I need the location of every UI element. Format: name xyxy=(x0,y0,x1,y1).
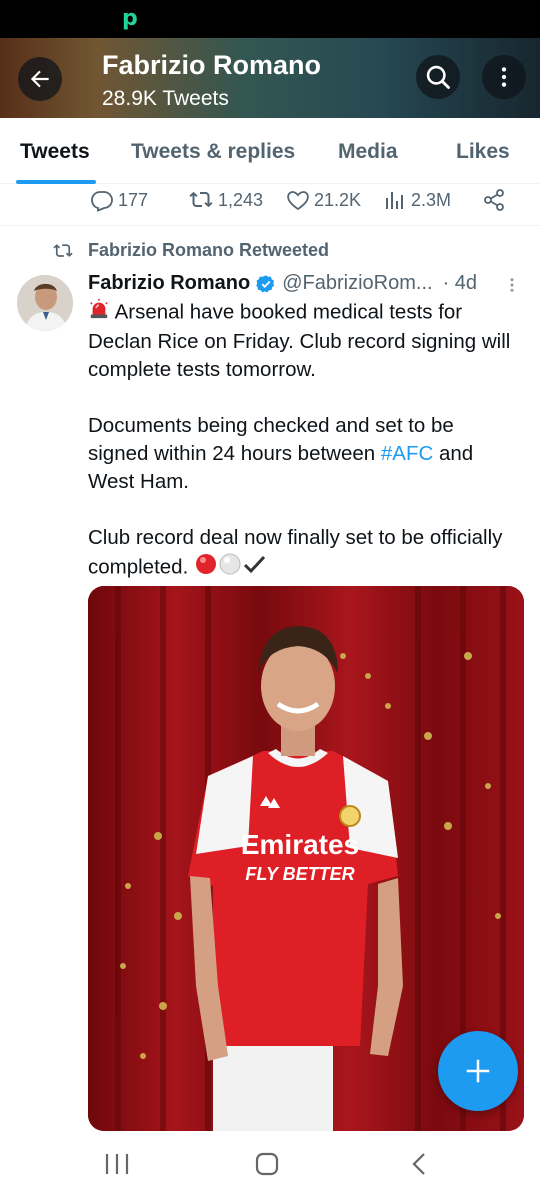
retweet-label: Fabrizio Romano Retweeted xyxy=(88,240,330,260)
back-button[interactable] xyxy=(18,57,62,101)
more-vertical-icon xyxy=(501,67,507,87)
reply-button[interactable]: 177 xyxy=(90,188,148,212)
tweet-paragraph-1: Arsenal have booked medical tests for De… xyxy=(88,300,511,381)
home-icon xyxy=(255,1152,279,1176)
compose-plus-icon xyxy=(466,1059,490,1083)
tab-likes[interactable]: Likes xyxy=(456,140,510,164)
home-button[interactable] xyxy=(255,1152,279,1181)
more-options-button[interactable] xyxy=(482,55,526,99)
back-arrow-icon xyxy=(30,70,49,88)
verified-badge-icon xyxy=(256,274,276,294)
search-button[interactable] xyxy=(416,55,460,99)
tab-tweets-and-replies[interactable]: Tweets & replies xyxy=(131,140,295,164)
like-count: 21.2K xyxy=(314,189,362,210)
avatar[interactable] xyxy=(17,275,73,331)
view-count: 2.3M xyxy=(411,189,452,210)
hashtag-link[interactable]: #AFC xyxy=(381,442,433,465)
tweet-more-button[interactable] xyxy=(503,274,521,301)
more-vertical-icon xyxy=(510,278,514,292)
status-bar: p xyxy=(0,0,540,38)
reply-icon xyxy=(91,191,113,212)
avatar-image xyxy=(17,275,73,331)
tweet-author-handle[interactable]: @FabrizioRom... xyxy=(282,272,432,295)
recent-apps-icon xyxy=(105,1154,129,1174)
siren-emoji-icon xyxy=(88,298,110,328)
white-ball-emoji-icon xyxy=(218,552,242,584)
retweet-icon xyxy=(53,243,73,257)
share-button[interactable] xyxy=(482,188,506,212)
back-chevron-icon xyxy=(412,1153,425,1175)
compose-tweet-button[interactable] xyxy=(438,1031,518,1111)
shirt-sponsor-line-1: Emirates xyxy=(241,829,359,860)
recent-apps-button[interactable] xyxy=(104,1152,130,1181)
shirt-sponsor-line-2: FLY BETTER xyxy=(245,864,354,884)
share-icon xyxy=(484,189,504,211)
tweet-author-name[interactable]: Fabrizio Romano xyxy=(88,272,250,295)
notification-app-icon: p xyxy=(122,6,138,31)
like-icon xyxy=(287,191,309,211)
retweet-count: 1,243 xyxy=(218,189,264,210)
retweet-context[interactable]: Fabrizio Romano Retweeted xyxy=(52,240,329,261)
reply-count: 177 xyxy=(118,189,149,210)
profile-name: Fabrizio Romano xyxy=(102,50,322,80)
tab-media[interactable]: Media xyxy=(338,140,398,164)
profile-tabs: Tweets Tweets & replies Media Likes xyxy=(0,118,540,184)
red-ball-emoji-icon xyxy=(194,552,218,584)
tweet-header: Fabrizio Romano @FabrizioRom... · 4d xyxy=(88,272,498,295)
system-navigation-bar xyxy=(0,1132,540,1200)
tweet-text: Arsenal have booked medical tests for De… xyxy=(88,298,518,612)
tweet-count: 28.9K Tweets xyxy=(102,87,229,110)
retweet-icon xyxy=(189,191,213,208)
search-icon xyxy=(426,65,450,89)
check-mark-emoji-icon xyxy=(242,552,266,584)
views-icon xyxy=(386,192,403,209)
like-button[interactable]: 21.2K xyxy=(286,188,361,212)
views-button[interactable]: 2.3M xyxy=(383,188,451,212)
retweet-button[interactable]: 1,243 xyxy=(188,188,263,212)
profile-header: Fabrizio Romano 28.9K Tweets xyxy=(0,38,540,118)
tab-tweets[interactable]: Tweets xyxy=(20,140,90,164)
tweet-timestamp[interactable]: · 4d xyxy=(443,272,477,295)
previous-tweet-actions: 177 1,243 21.2K 2.3M xyxy=(0,184,540,226)
tweet-paragraph-3: Club record deal now finally set to be o… xyxy=(88,526,503,579)
back-nav-button[interactable] xyxy=(408,1152,430,1181)
